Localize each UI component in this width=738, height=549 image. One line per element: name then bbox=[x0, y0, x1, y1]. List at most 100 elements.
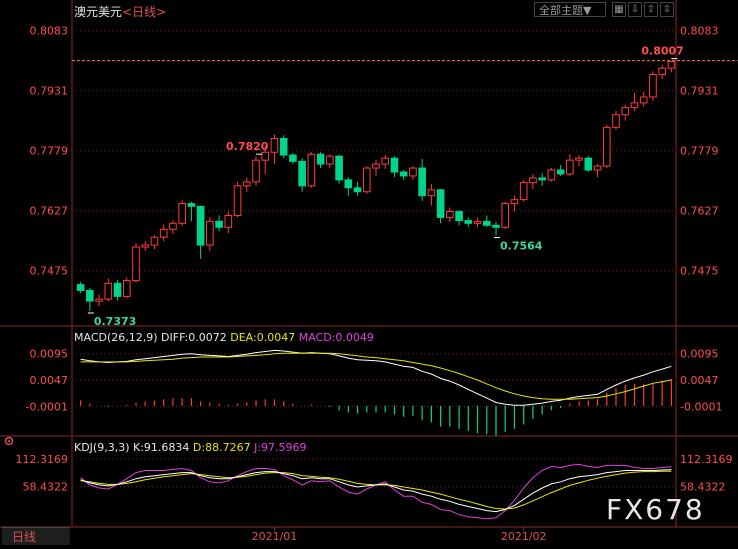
candle-up bbox=[639, 96, 648, 104]
candle-up bbox=[95, 298, 103, 302]
candle-up bbox=[270, 137, 279, 153]
price-tick-right: 0.8083 bbox=[680, 25, 719, 38]
high-label: 0.8007 bbox=[641, 45, 683, 58]
candle-down bbox=[556, 169, 565, 175]
macd-diff: DIFF:0.0072 bbox=[161, 331, 227, 344]
watermark-logo: FX678 bbox=[606, 493, 705, 526]
settings-icon[interactable] bbox=[4, 436, 14, 446]
grid-icon[interactable]: ▦ bbox=[612, 2, 626, 17]
price-tick-left: 0.7931 bbox=[30, 85, 69, 98]
candle-up bbox=[575, 157, 583, 161]
kdj-tick-right: 112.3169 bbox=[680, 453, 733, 466]
candle-up bbox=[427, 189, 436, 197]
candle-down bbox=[335, 155, 343, 181]
date-label: 2021/02 bbox=[501, 530, 547, 543]
kdj-tick-left: 58.4322 bbox=[23, 481, 69, 494]
candle-up bbox=[372, 163, 380, 169]
expand-icon[interactable]: ⇳ bbox=[660, 2, 674, 17]
candle-down bbox=[298, 160, 306, 187]
candle-down bbox=[538, 177, 546, 181]
candle-up bbox=[159, 228, 168, 238]
low-label: 0.7564 bbox=[500, 240, 543, 253]
kdj-name: KDJ(9,3,3) bbox=[74, 441, 130, 454]
candle-up bbox=[326, 155, 334, 165]
macd-dea: DEA:0.0047 bbox=[230, 331, 296, 344]
macd-tick-right: 0.0047 bbox=[680, 374, 719, 387]
macd-name: MACD(26,12,9) bbox=[74, 331, 158, 344]
candle-down bbox=[436, 189, 445, 218]
candle-down bbox=[344, 179, 353, 189]
candle-up bbox=[602, 126, 611, 167]
chart-stage: 0.8083 0.8083 0.7931 0.7931 0.7779 0.7779 0.76… bbox=[0, 0, 738, 545]
candle-up bbox=[178, 203, 186, 224]
kdj-tick-left: 112.3169 bbox=[16, 453, 69, 466]
candle-down bbox=[390, 157, 399, 173]
candle-up bbox=[519, 182, 528, 201]
candle-down bbox=[196, 205, 205, 246]
macd-tick-right: -0.0001 bbox=[680, 400, 722, 413]
chart-title: 澳元美元<日线> bbox=[74, 3, 166, 20]
macd-tick-left: 0.0047 bbox=[30, 374, 69, 387]
candle-up bbox=[242, 181, 251, 187]
kdj-k: K:91.6834 bbox=[133, 441, 190, 454]
high-label: 0.7820 bbox=[226, 140, 269, 153]
macd-diff-line bbox=[80, 349, 672, 406]
candle-up bbox=[381, 157, 390, 165]
candle-up bbox=[510, 199, 519, 205]
price-tick-left: 0.7475 bbox=[30, 265, 69, 278]
price-tick-right: 0.7475 bbox=[680, 265, 719, 278]
candle-up bbox=[630, 102, 639, 109]
candle-up bbox=[547, 169, 556, 181]
candle-up bbox=[566, 159, 574, 175]
candle-up bbox=[104, 282, 113, 300]
macd-macd: MACD:0.0049 bbox=[298, 331, 374, 344]
kdj-legend: KDJ(9,3,3) K:91.6834 D:88.7267 J:97.5969 bbox=[74, 441, 307, 454]
candle-down bbox=[113, 282, 122, 297]
price-tick-right: 0.7627 bbox=[680, 205, 719, 218]
date-label: 2021/01 bbox=[252, 530, 298, 543]
candle-down bbox=[215, 220, 223, 228]
candle-up bbox=[252, 159, 260, 183]
price-tick-right: 0.7931 bbox=[680, 85, 719, 98]
kdj-d: D:88.7267 bbox=[192, 441, 251, 454]
candle-up bbox=[141, 244, 150, 248]
candle-up bbox=[362, 167, 371, 193]
up-arrow-icon[interactable]: ⇧ bbox=[644, 2, 658, 17]
candle-up bbox=[169, 222, 177, 230]
candle-down bbox=[86, 289, 94, 302]
price-tick-left: 0.7627 bbox=[30, 205, 69, 218]
candle-down bbox=[76, 284, 85, 291]
candle-down bbox=[187, 203, 196, 207]
candle-down bbox=[289, 154, 297, 162]
candle-up bbox=[473, 220, 482, 224]
candle-down bbox=[353, 187, 362, 193]
candle-up bbox=[593, 165, 602, 171]
candle-down bbox=[584, 157, 593, 171]
down-arrow-icon[interactable]: ⇩ bbox=[628, 2, 642, 17]
candle-up bbox=[529, 177, 537, 184]
period-label: <日线> bbox=[122, 5, 167, 19]
candle-up bbox=[612, 114, 620, 128]
candle-up bbox=[446, 210, 454, 218]
candle-up bbox=[658, 67, 666, 75]
macd-dea-line bbox=[80, 352, 672, 400]
candle-up bbox=[649, 73, 657, 98]
theme-select[interactable]: 全部主题▼ bbox=[534, 2, 606, 17]
low-label: 0.7373 bbox=[94, 315, 136, 328]
candle-up bbox=[206, 220, 214, 246]
price-tick-left: 0.7779 bbox=[30, 145, 69, 158]
candle-up bbox=[501, 203, 510, 228]
kdj-j-line bbox=[80, 463, 672, 520]
kdj-tick-right: 58.4322 bbox=[680, 481, 726, 494]
candle-up bbox=[667, 60, 676, 69]
chart-canvas: 0.8083 0.8083 0.7931 0.7931 0.7779 0.7779 0.76… bbox=[0, 0, 738, 543]
candle-down bbox=[464, 220, 473, 224]
candle-up bbox=[621, 107, 630, 116]
candle-down bbox=[279, 137, 288, 156]
candle-down bbox=[455, 210, 463, 222]
candle-up bbox=[307, 153, 316, 187]
candle-down bbox=[492, 224, 500, 228]
candle-down bbox=[482, 220, 491, 226]
candle-up bbox=[261, 151, 270, 161]
period-tab-daily[interactable]: 日线 bbox=[2, 527, 70, 545]
